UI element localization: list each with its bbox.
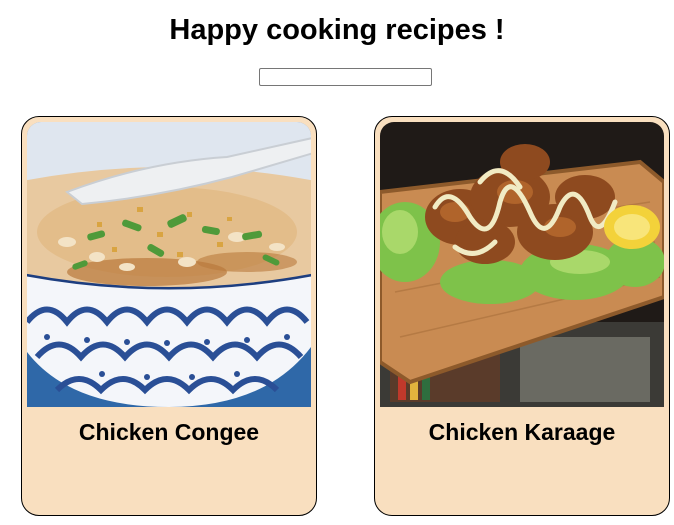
congee-bowl-photo[interactable] bbox=[27, 122, 311, 407]
recipe-card-chicken-congee[interactable]: Chicken Congee bbox=[21, 116, 317, 516]
recipe-name[interactable]: Chicken Karaage bbox=[375, 417, 669, 447]
recipe-card-chicken-karaage[interactable]: Chicken Karaage bbox=[374, 116, 670, 516]
recipe-name[interactable]: Chicken Congee bbox=[22, 417, 316, 447]
page-title: Happy cooking recipes ! bbox=[169, 14, 505, 46]
search-input[interactable] bbox=[259, 68, 432, 86]
karaage-plate-photo[interactable] bbox=[380, 122, 664, 407]
